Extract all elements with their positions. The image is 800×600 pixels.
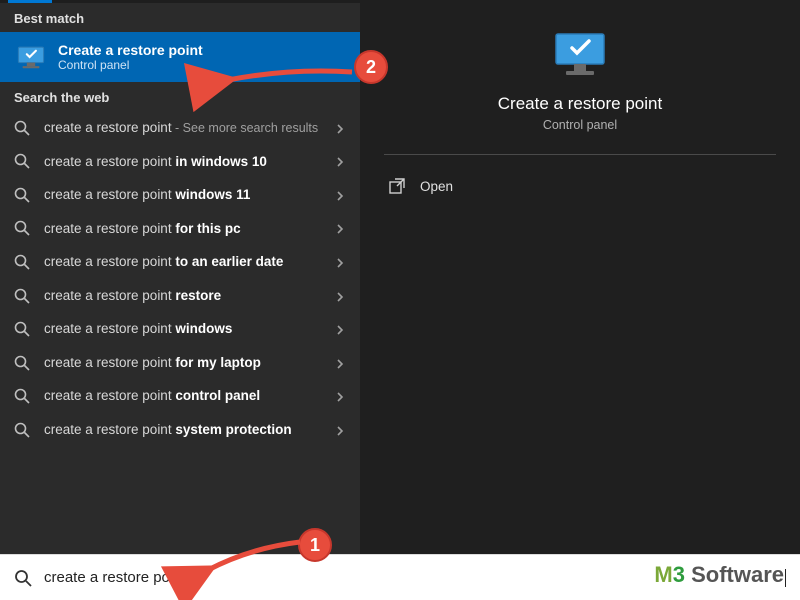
chevron-right-icon (334, 290, 346, 302)
web-result-item[interactable]: create a restore point for this pc (0, 212, 360, 246)
search-icon (14, 153, 30, 169)
chevron-right-icon (334, 357, 346, 369)
web-result-item[interactable]: create a restore point in windows 10 (0, 145, 360, 179)
best-match-result[interactable]: Create a restore point Control panel (0, 32, 360, 82)
best-match-subtitle: Control panel (58, 58, 203, 72)
web-result-text: create a restore point in windows 10 (44, 153, 334, 171)
chevron-right-icon (334, 222, 346, 234)
search-icon (14, 187, 30, 203)
web-result-text: create a restore point restore (44, 287, 334, 305)
web-results-list: create a restore point - See more search… (0, 111, 360, 554)
best-match-text: Create a restore point Control panel (58, 42, 203, 72)
web-result-item[interactable]: create a restore point restore (0, 279, 360, 313)
web-header: Search the web (0, 82, 360, 111)
web-result-text: create a restore point for this pc (44, 220, 334, 238)
web-result-item[interactable]: create a restore point windows 11 (0, 178, 360, 212)
search-icon (14, 120, 30, 136)
search-icon (14, 288, 30, 304)
web-result-item[interactable]: create a restore point for my laptop (0, 346, 360, 380)
web-result-text: create a restore point to an earlier dat… (44, 253, 334, 271)
restore-point-icon (14, 40, 48, 74)
preview-restore-icon (550, 30, 610, 78)
chevron-right-icon (334, 424, 346, 436)
chevron-right-icon (334, 256, 346, 268)
open-label: Open (420, 179, 453, 194)
best-match-header: Best match (0, 3, 360, 32)
web-result-item[interactable]: create a restore point system protection (0, 413, 360, 447)
brand-watermark: M3 Software (654, 562, 784, 588)
callout-1: 1 (298, 528, 332, 562)
web-result-text: create a restore point for my laptop (44, 354, 334, 372)
web-result-text: create a restore point windows (44, 320, 334, 338)
web-result-item[interactable]: create a restore point control panel (0, 379, 360, 413)
start-search-panel: Best match Create a restore point Contro… (0, 0, 800, 554)
callout-2: 2 (354, 50, 388, 84)
preview-title: Create a restore point (384, 94, 776, 114)
search-icon (14, 569, 32, 587)
web-result-item[interactable]: create a restore point windows (0, 312, 360, 346)
web-result-text: create a restore point control panel (44, 387, 334, 405)
results-panel: Best match Create a restore point Contro… (0, 0, 360, 554)
search-icon (14, 355, 30, 371)
open-icon (388, 177, 406, 195)
chevron-right-icon (334, 189, 346, 201)
search-icon (14, 422, 30, 438)
best-match-title: Create a restore point (58, 42, 203, 58)
divider (384, 154, 776, 155)
chevron-right-icon (334, 323, 346, 335)
web-result-text: create a restore point - See more search… (44, 119, 334, 137)
web-result-item[interactable]: create a restore point to an earlier dat… (0, 245, 360, 279)
search-icon (14, 388, 30, 404)
open-action[interactable]: Open (384, 169, 776, 203)
web-result-item[interactable]: create a restore point - See more search… (0, 111, 360, 145)
search-icon (14, 254, 30, 270)
chevron-right-icon (334, 390, 346, 402)
preview-panel: Create a restore point Control panel Ope… (360, 0, 800, 554)
preview-subtitle: Control panel (384, 118, 776, 132)
web-result-text: create a restore point system protection (44, 421, 334, 439)
search-icon (14, 220, 30, 236)
text-caret (785, 569, 786, 587)
chevron-right-icon (334, 155, 346, 167)
chevron-right-icon (334, 122, 346, 134)
search-icon (14, 321, 30, 337)
web-result-text: create a restore point windows 11 (44, 186, 334, 204)
